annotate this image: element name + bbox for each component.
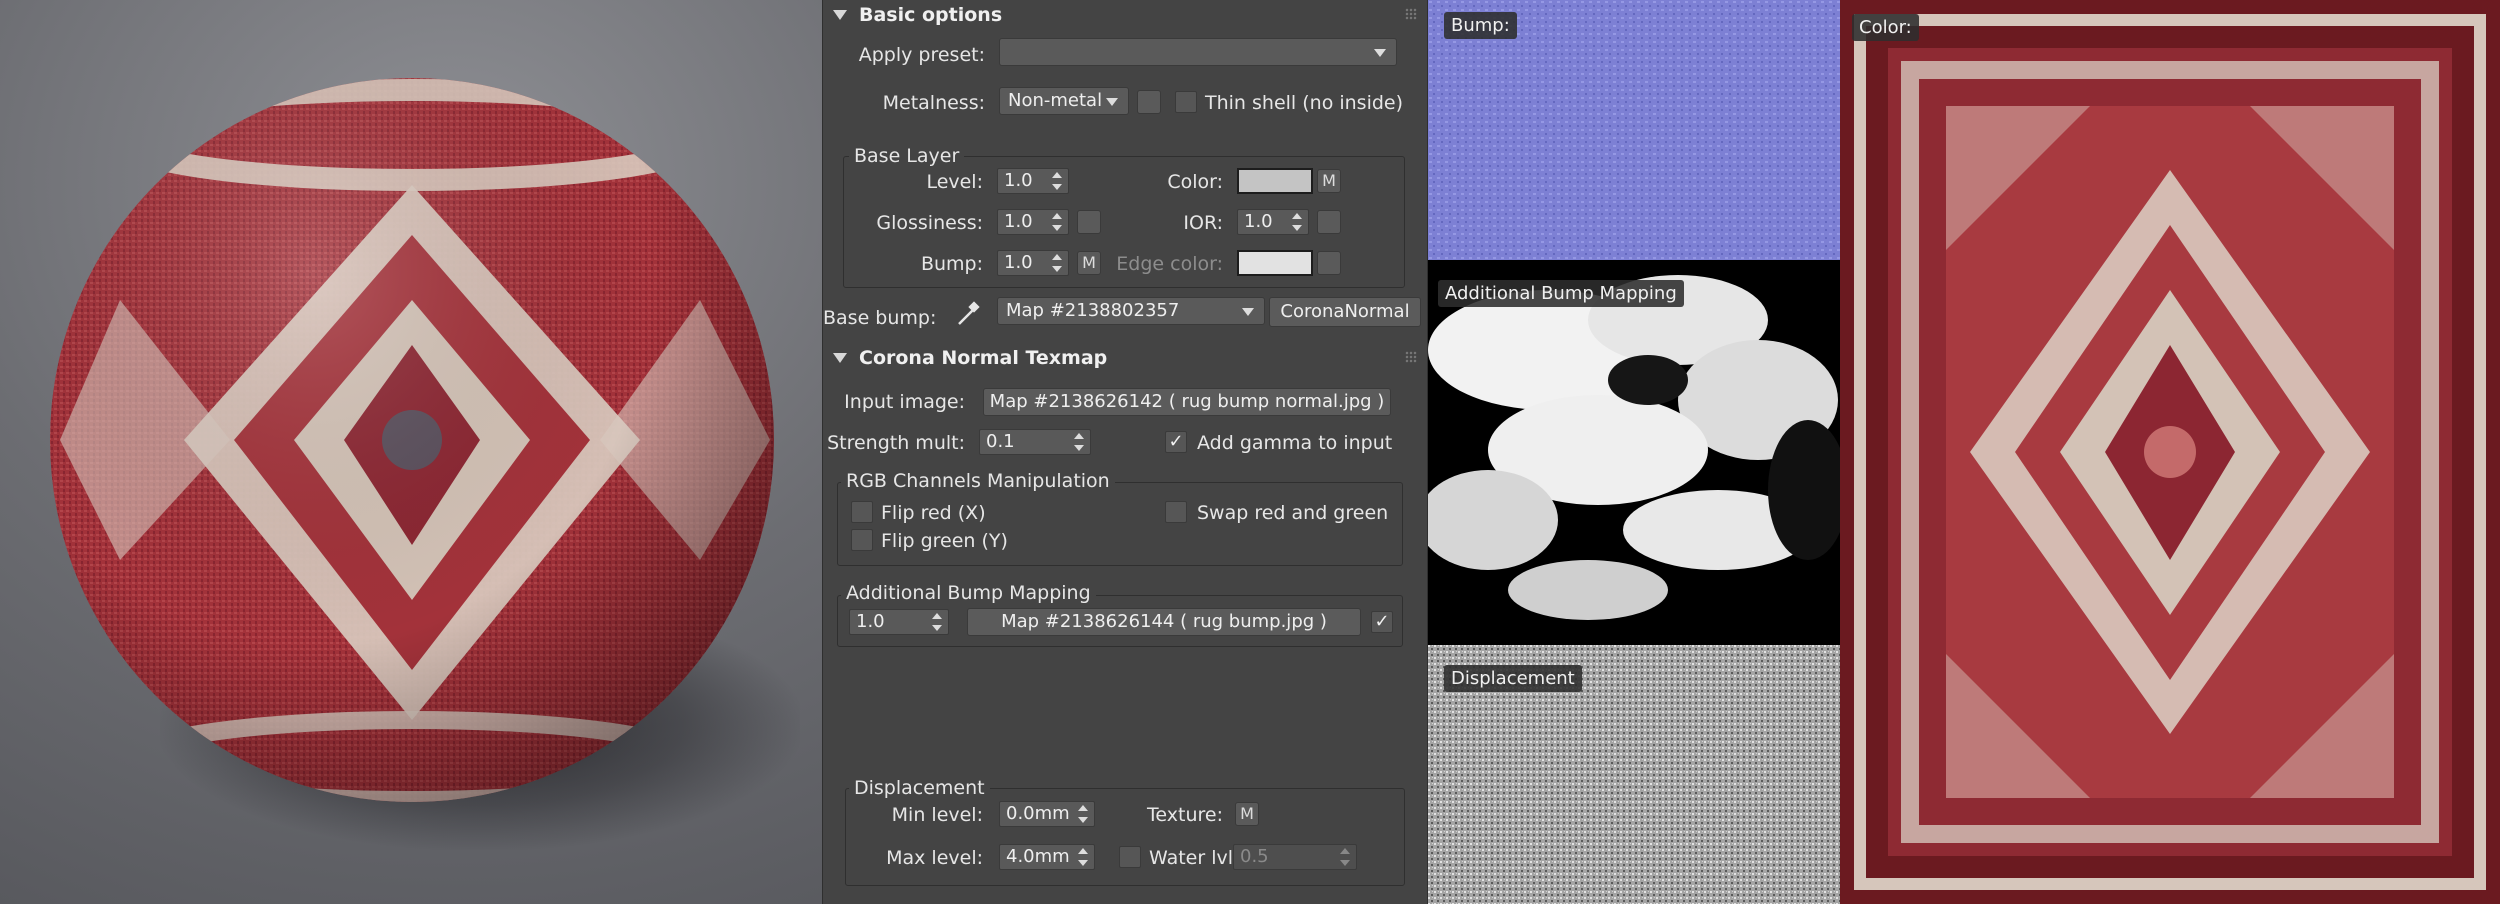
- color-tile-label: Color:: [1852, 14, 1919, 41]
- max-level-label: Max level:: [886, 847, 983, 869]
- additional-bump-tile-label: Additional Bump Mapping: [1438, 280, 1684, 307]
- rug-material-sphere: [50, 78, 774, 802]
- edge-color-label: Edge color:: [1116, 253, 1223, 275]
- drag-grip-icon[interactable]: [1405, 351, 1417, 363]
- displacement-title: Displacement: [849, 777, 990, 799]
- normal-map-noise: [1428, 0, 1840, 260]
- edge-color-swatch[interactable]: [1237, 250, 1313, 276]
- color-texture-preview: Color:: [1840, 0, 2500, 904]
- spinner-arrows-icon[interactable]: [1052, 254, 1062, 272]
- render-viewport: [0, 0, 822, 904]
- min-level-label: Min level:: [891, 804, 983, 826]
- min-level-spinner[interactable]: 0.0mm: [999, 801, 1095, 827]
- ior-spinner[interactable]: 1.0: [1237, 209, 1309, 235]
- material-editor-panel: Basic options Apply preset: Metalness: N…: [822, 0, 1428, 904]
- water-level-spinner[interactable]: 0.5: [1233, 844, 1357, 870]
- flip-green-label: Flip green (Y): [881, 530, 1008, 552]
- drag-grip-icon[interactable]: [1405, 8, 1417, 20]
- level-spinner[interactable]: 1.0: [997, 168, 1069, 194]
- normal-texmap-title: Corona Normal Texmap: [859, 347, 1108, 369]
- swap-red-green-checkbox[interactable]: [1165, 501, 1187, 523]
- water-level-label: Water lvl.: [1149, 847, 1240, 869]
- apply-preset-label: Apply preset:: [858, 44, 985, 66]
- chevron-down-icon: [1106, 98, 1118, 106]
- rgb-channels-title: RGB Channels Manipulation: [841, 470, 1115, 492]
- basic-options-rollout-header[interactable]: Basic options: [823, 0, 1429, 30]
- chevron-down-icon: [1374, 49, 1386, 57]
- spinner-arrows-icon[interactable]: [1340, 848, 1350, 866]
- metalness-label: Metalness:: [882, 92, 985, 114]
- base-bump-label: Base bump:: [823, 307, 937, 329]
- spinner-arrows-icon[interactable]: [1052, 172, 1062, 190]
- additional-bump-texture-preview: Additional Bump Mapping: [1428, 260, 1840, 645]
- color-swatch[interactable]: [1237, 168, 1313, 194]
- ior-label: IOR:: [1183, 212, 1223, 234]
- bump-label: Bump:: [920, 253, 983, 275]
- bump-tile-label: Bump:: [1444, 12, 1517, 39]
- displacement-tile-label: Displacement: [1444, 665, 1582, 692]
- normal-texmap-rollout-header[interactable]: Corona Normal Texmap: [823, 343, 1429, 373]
- basic-options-title: Basic options: [859, 4, 1003, 26]
- flip-green-checkbox[interactable]: [851, 529, 873, 551]
- collapse-triangle-icon[interactable]: [833, 10, 847, 20]
- thin-shell-label: Thin shell (no inside): [1205, 92, 1404, 114]
- spinner-arrows-icon[interactable]: [1078, 848, 1088, 866]
- ior-map-button[interactable]: [1317, 210, 1341, 234]
- base-bump-map-dropdown[interactable]: Map #2138802357: [997, 297, 1265, 325]
- add-gamma-checkbox[interactable]: ✓: [1165, 431, 1187, 453]
- spinner-arrows-icon[interactable]: [1074, 433, 1084, 451]
- add-gamma-label: Add gamma to input: [1197, 432, 1393, 454]
- flip-red-checkbox[interactable]: [851, 501, 873, 523]
- metalness-map-button[interactable]: [1137, 90, 1161, 114]
- bump-texture-preview: Bump:: [1428, 0, 1840, 260]
- spinner-arrows-icon[interactable]: [1292, 213, 1302, 231]
- water-level-checkbox[interactable]: [1119, 846, 1141, 868]
- input-image-label: Input image:: [844, 391, 965, 413]
- rug-pattern: [1840, 0, 2500, 904]
- additional-bump-checkbox[interactable]: ✓: [1371, 611, 1393, 633]
- edge-color-map-button[interactable]: [1317, 251, 1341, 275]
- additional-bump-title: Additional Bump Mapping: [841, 582, 1096, 604]
- color-map-button[interactable]: M: [1317, 169, 1341, 193]
- strength-mult-label: Strength mult:: [827, 432, 965, 454]
- level-label: Level:: [926, 171, 983, 193]
- bump-spinner[interactable]: 1.0: [997, 250, 1069, 276]
- color-label: Color:: [1167, 171, 1223, 193]
- collapse-triangle-icon[interactable]: [833, 353, 847, 363]
- thin-shell-checkbox[interactable]: [1175, 91, 1197, 113]
- corona-normal-button[interactable]: CoronaNormal: [1269, 297, 1421, 327]
- apply-preset-dropdown[interactable]: [999, 38, 1397, 66]
- chevron-down-icon: [1242, 308, 1254, 316]
- displacement-texture-preview: Displacement: [1428, 645, 1840, 904]
- additional-bump-amount-spinner[interactable]: 1.0: [849, 609, 949, 635]
- strength-mult-spinner[interactable]: 0.1: [979, 429, 1091, 455]
- texture-map-button[interactable]: M: [1235, 802, 1259, 826]
- rgb-channels-group: [837, 482, 1403, 566]
- metalness-dropdown[interactable]: Non-metal: [999, 87, 1129, 115]
- spinner-arrows-icon[interactable]: [1052, 213, 1062, 231]
- spinner-arrows-icon[interactable]: [932, 613, 942, 631]
- additional-bump-map-button[interactable]: Map #2138626144 ( rug bump.jpg ): [967, 608, 1361, 636]
- glossiness-label: Glossiness:: [876, 212, 983, 234]
- base-layer-title: Base Layer: [849, 145, 965, 167]
- swap-red-green-label: Swap red and green: [1197, 502, 1389, 524]
- cloud-noise: [1428, 275, 1840, 620]
- flip-red-label: Flip red (X): [881, 502, 986, 524]
- displacement-group: [845, 788, 1405, 886]
- input-image-map-button[interactable]: Map #2138626142 ( rug bump normal.jpg ): [983, 388, 1391, 416]
- glossiness-spinner[interactable]: 1.0: [997, 209, 1069, 235]
- max-level-spinner[interactable]: 4.0mm: [999, 844, 1095, 870]
- texture-label: Texture:: [1147, 804, 1223, 826]
- eyedropper-icon[interactable]: [955, 300, 981, 328]
